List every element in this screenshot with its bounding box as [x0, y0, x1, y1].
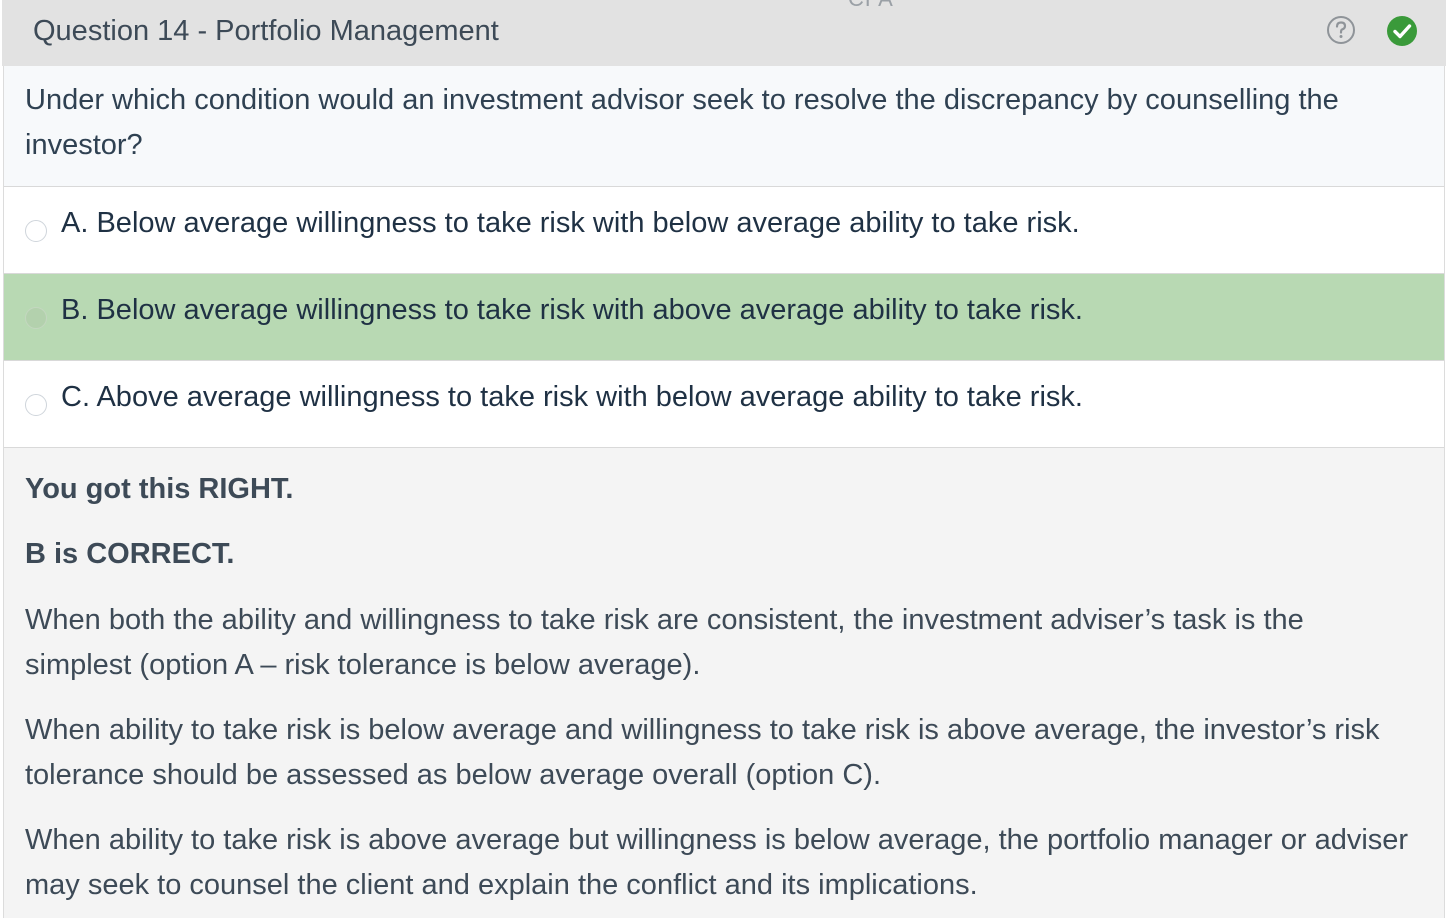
- question-text: Under which condition would an investmen…: [4, 66, 1444, 187]
- explanation-paragraph-2: When ability to take risk is below avera…: [25, 714, 1380, 791]
- explanation-paragraph-1: When both the ability and willingness to…: [25, 604, 1304, 681]
- question-circle-icon[interactable]: [1326, 15, 1356, 45]
- explanation-paragraph-3: When ability to take risk is above avera…: [25, 824, 1409, 901]
- option-c[interactable]: C. Above average willingness to take ris…: [4, 361, 1444, 448]
- option-c-text: C. Above average willingness to take ris…: [61, 381, 1083, 413]
- check-circle-icon: [1387, 16, 1417, 46]
- option-b-text: B. Below average willingness to take ris…: [61, 294, 1083, 326]
- option-a-text: A. Below average willingness to take ris…: [61, 207, 1080, 239]
- question-card: Under which condition would an investmen…: [3, 66, 1445, 918]
- question-header: Question 14 - Portfolio Management: [2, 0, 1446, 66]
- partial-top-text: CFA: [848, 0, 894, 12]
- result-text: You got this RIGHT.: [25, 473, 294, 505]
- radio-button-b[interactable]: [25, 307, 47, 329]
- correct-answer-text: B is CORRECT.: [25, 538, 235, 570]
- explanation-panel: You got this RIGHT. B is CORRECT. When b…: [4, 448, 1444, 918]
- quiz-app: CFA Question 14 - Portfolio Management U…: [0, 0, 1450, 918]
- option-a[interactable]: A. Below average willingness to take ris…: [4, 187, 1444, 274]
- option-b[interactable]: B. Below average willingness to take ris…: [4, 274, 1444, 361]
- question-title: Question 14 - Portfolio Management: [33, 15, 499, 47]
- radio-button-c[interactable]: [25, 394, 47, 416]
- radio-button-a[interactable]: [25, 220, 47, 242]
